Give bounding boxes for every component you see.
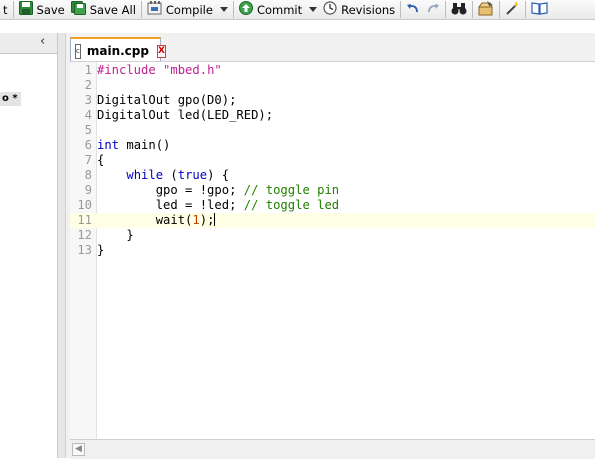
code-text: { [97,153,105,167]
format-button[interactable] [502,0,523,19]
compile-button[interactable]: Compile [144,0,231,19]
main-toolbar: t Save Save All Compile Commit Revisions [0,0,595,20]
binoculars-icon [451,2,467,18]
text-cursor [214,213,216,226]
code-text: wait(1); [97,213,216,227]
code-text: DigitalOut gpo(D0); [97,93,237,107]
workspace-tree-item[interactable]: o * [0,92,21,106]
code-text: while (true) { [126,168,230,182]
docs-button[interactable] [528,0,551,19]
commit-icon [238,1,253,18]
code-text: int main() [97,138,171,152]
line-number: 9 [84,183,92,197]
code-line[interactable]: 13} [70,243,595,258]
clock-icon [323,1,337,18]
code-line[interactable]: 2 [70,78,595,93]
code-line[interactable]: 10 led = !led; // toggle led [70,198,595,213]
redo-button[interactable] [423,0,443,19]
collapse-panel-button[interactable]: ‹ [40,34,45,49]
book-icon [531,1,548,18]
commit-label: Commit [256,2,303,17]
code-line[interactable]: 9 gpo = !gpo; // toggle pin [70,183,595,198]
toolbar-separator [400,1,402,18]
toolbar-separator [525,1,527,18]
toolbar-separator [232,1,234,18]
code-line[interactable]: 11 wait(1); [70,213,595,228]
tab-label: main.cpp [86,44,149,58]
code-line[interactable]: 3 DigitalOut gpo(D0); [70,93,595,108]
line-number: 1 [84,63,92,77]
code-line[interactable]: 1 #include "mbed.h" [70,63,595,78]
toolbar-separator [472,1,474,18]
import-button[interactable] [475,0,497,19]
line-number: 10 [77,198,92,212]
code-text: DigitalOut led(LED_RED); [97,108,274,122]
panel-splitter[interactable] [58,33,66,458]
undo-button[interactable] [403,0,423,19]
cpp-file-icon: c [75,43,81,59]
toolbar-separator [12,1,14,18]
code-line[interactable]: 12 } [70,228,595,243]
import-package-icon [478,0,494,19]
code-editor[interactable]: 1 #include "mbed.h" 2 3 DigitalOut gpo(D0); 4… [70,61,595,440]
compile-label: Compile [165,2,213,17]
line-number: 5 [84,123,92,137]
redo-icon [426,2,440,17]
code-text: #include "mbed.h" [97,63,222,77]
save-label: Save [36,2,65,17]
line-number: 8 [84,168,92,182]
save-all-button[interactable]: Save All [68,0,139,19]
line-number: 7 [84,153,92,167]
code-text: led = !led; // toggle led [97,198,340,212]
workspace-panel-header: ‹ [0,33,57,54]
code-line[interactable]: 4 DigitalOut led(LED_RED); [70,108,595,123]
line-number: 6 [84,138,92,152]
tab-main-cpp[interactable]: c main.cpp X [70,37,166,63]
chevron-down-icon[interactable] [309,7,318,12]
compile-icon [147,1,162,18]
revisions-label: Revisions [341,2,396,17]
save-icon [18,1,33,18]
toolbar-partial-item[interactable]: t [0,0,11,19]
toolbar-separator [499,1,501,18]
code-text: } [97,243,105,257]
find-button[interactable] [448,0,470,19]
code-line[interactable]: 6 int main() [70,138,595,153]
scroll-left-icon[interactable]: ◀ [72,443,85,456]
code-line[interactable]: 8 while (true) { [70,168,595,183]
line-number: 3 [84,93,92,107]
code-text: gpo = !gpo; // toggle pin [97,183,340,197]
toolbar-separator [140,1,142,18]
commit-button[interactable]: Commit [236,0,320,19]
line-number: 12 [77,228,92,242]
chevron-down-icon[interactable] [219,7,228,12]
line-number: 4 [84,108,92,122]
horizontal-scrollbar[interactable]: ◀ [70,439,595,459]
magic-wand-icon [505,0,520,19]
save-all-icon [70,1,86,18]
code-line[interactable]: 7{ [70,153,595,168]
save-all-label: Save All [89,2,136,17]
line-number: 2 [84,78,92,92]
code-text: } [97,228,134,242]
code-line[interactable]: 5 [70,123,595,138]
revisions-button[interactable]: Revisions [320,0,398,19]
save-button[interactable]: Save [16,0,68,19]
toolbar-partial-label: t [3,2,8,17]
undo-icon [406,2,420,17]
toolbar-separator [445,1,447,18]
close-tab-icon[interactable]: X [156,44,166,58]
line-number: 11 [77,213,92,227]
line-number: 13 [77,243,92,257]
